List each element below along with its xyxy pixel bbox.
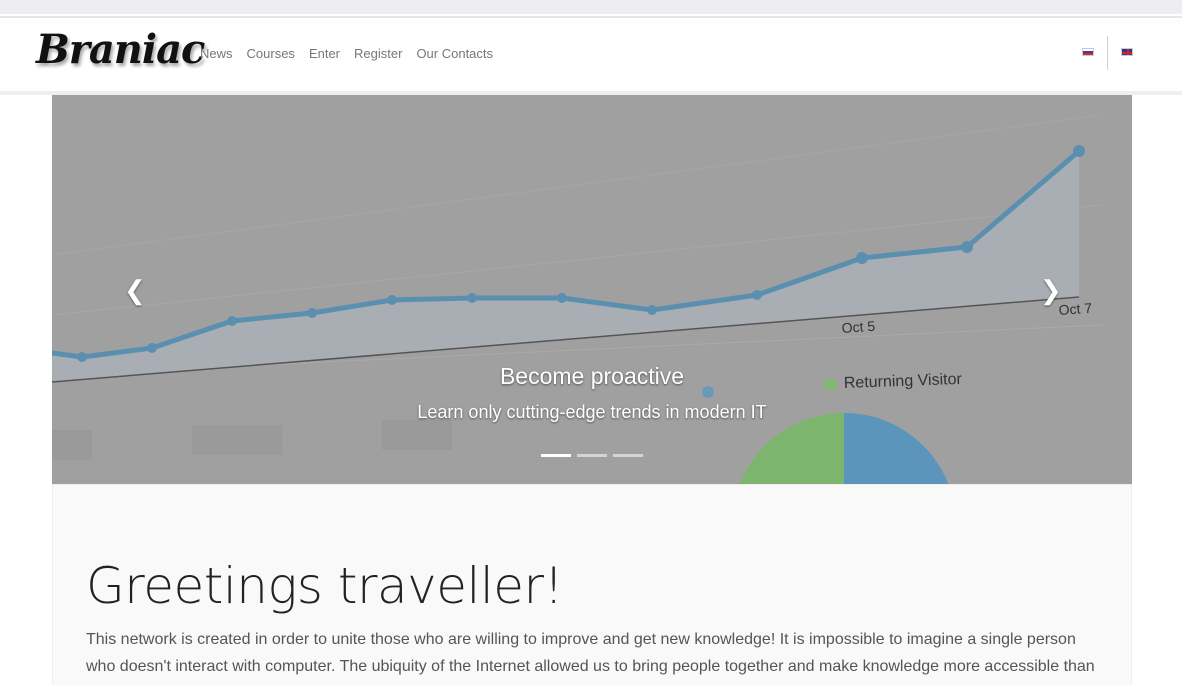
bg-tick-label: Oct 7 bbox=[1058, 300, 1093, 318]
carousel-indicator[interactable] bbox=[577, 454, 607, 457]
nav-link-courses[interactable]: Courses bbox=[247, 46, 295, 61]
language-divider bbox=[1107, 36, 1108, 70]
nav-link-contacts[interactable]: Our Contacts bbox=[416, 46, 493, 61]
nav-link-enter[interactable]: Enter bbox=[309, 46, 340, 61]
carousel-caption-text: Learn only cutting-edge trends in modern… bbox=[417, 402, 767, 422]
carousel-indicator[interactable] bbox=[541, 454, 571, 457]
carousel-caption-title: Become proactive bbox=[499, 363, 685, 389]
nav-links: News Courses Enter Register Our Contacts bbox=[200, 46, 507, 61]
nav-link-register[interactable]: Register bbox=[354, 46, 402, 61]
nav-link-news[interactable]: News bbox=[200, 46, 233, 61]
brand-logo[interactable]: Braniac bbox=[36, 26, 205, 73]
ru-flag-icon[interactable] bbox=[1082, 48, 1094, 56]
intro-paragraph: This network is created in order to unit… bbox=[86, 631, 1095, 675]
carousel-indicators bbox=[541, 454, 643, 457]
en-flag-icon[interactable] bbox=[1121, 48, 1133, 56]
carousel-next-icon[interactable]: ❯ bbox=[1040, 275, 1062, 306]
browser-top-strip bbox=[0, 0, 1182, 14]
carousel-prev-icon[interactable]: ❮ bbox=[124, 275, 146, 306]
page-title: Greetings traveller! bbox=[86, 557, 564, 615]
carousel: Oct 5 Oct 7 Returning Visitor ❮ ❯ Become… bbox=[52, 95, 1132, 484]
navbar: Braniac News Courses Enter Register Our … bbox=[0, 18, 1182, 91]
jumbotron: Greetings traveller! This network is cre… bbox=[52, 484, 1132, 685]
carousel-background-image: Oct 5 Oct 7 Returning Visitor bbox=[52, 95, 1132, 484]
carousel-indicator[interactable] bbox=[613, 454, 643, 457]
bg-tick-label: Oct 5 bbox=[841, 318, 876, 336]
